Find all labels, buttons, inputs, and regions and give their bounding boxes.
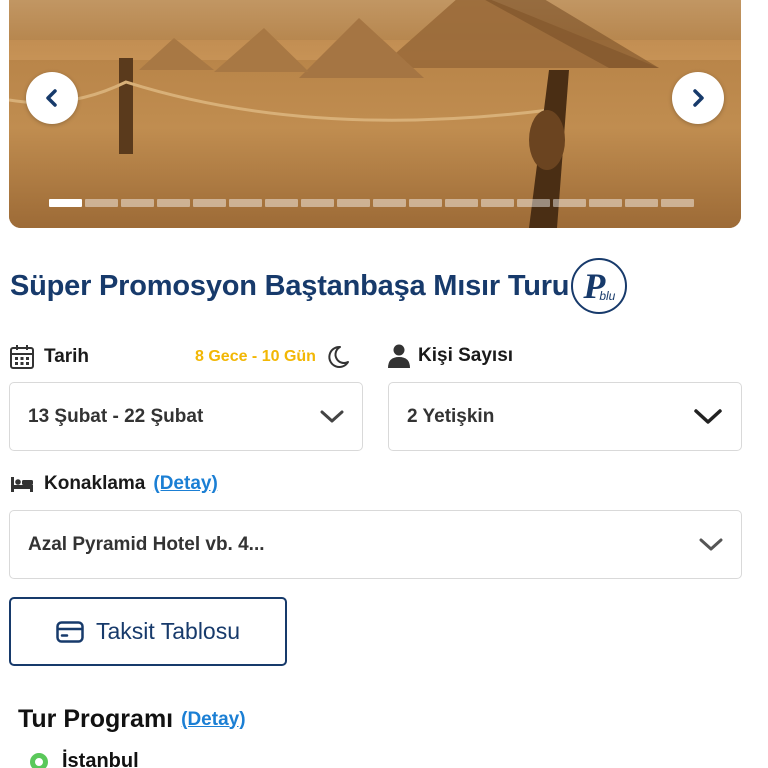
date-label-row: Tarih <box>9 344 89 370</box>
tour-title: Süper Promosyon Baştanbaşa Mısır Turu <box>10 269 570 302</box>
carousel-dot[interactable] <box>157 199 190 207</box>
hero-carousel[interactable] <box>9 0 741 228</box>
date-label: Tarih <box>44 346 90 367</box>
accommodation-select-value: Azal Pyramid Hotel vb. 4... <box>28 533 265 555</box>
carousel-dot[interactable] <box>445 199 478 207</box>
accommodation-label-row: Konaklama (Detay) <box>10 473 218 495</box>
carousel-dot[interactable] <box>373 199 406 207</box>
carousel-dot[interactable] <box>85 199 118 207</box>
tour-program-header: Tur Programı (Detay) <box>18 705 246 734</box>
carousel-dot[interactable] <box>337 199 370 207</box>
persons-label-row: Kişi Sayısı <box>388 344 513 368</box>
tour-title-row: Süper Promosyon Baştanbaşa Mısır Turu P … <box>10 258 628 314</box>
installment-table-label: Taksit Tablosu <box>95 618 241 644</box>
person-icon <box>388 344 410 368</box>
carousel-indicators <box>49 199 694 207</box>
accommodation-detail-link[interactable]: (Detay) <box>153 473 217 495</box>
accommodation-label: Konaklama <box>44 473 146 494</box>
chevron-right-icon <box>693 89 704 107</box>
tour-program-detail-link[interactable]: (Detay) <box>181 709 245 731</box>
carousel-dot[interactable] <box>301 199 334 207</box>
chevron-down-icon <box>694 408 722 424</box>
persons-select-value: 2 Yetişkin <box>407 405 495 427</box>
installment-table-button[interactable]: Taksit Tablosu <box>9 597 287 666</box>
chevron-down-icon <box>320 410 344 422</box>
chevron-down-icon <box>699 538 723 550</box>
carousel-dot[interactable] <box>265 199 298 207</box>
tour-program-title: Tur Programı <box>18 705 174 733</box>
carousel-dot[interactable] <box>589 199 622 207</box>
carousel-dot[interactable] <box>481 199 514 207</box>
credit-card-icon <box>56 620 84 643</box>
duration-text: 8 Gece - 10 Gün <box>195 348 316 365</box>
carousel-dot[interactable] <box>121 199 154 207</box>
persons-label: Kişi Sayısı <box>418 345 514 366</box>
carousel-dot[interactable] <box>193 199 226 207</box>
date-select-value: 13 Şubat - 22 Şubat <box>28 405 204 427</box>
carousel-dot[interactable] <box>517 199 550 207</box>
calendar-icon <box>10 345 34 369</box>
carousel-dot[interactable] <box>49 199 82 207</box>
carousel-next-button[interactable] <box>672 72 724 124</box>
program-stop-name: İstanbul <box>62 750 139 768</box>
chevron-left-icon <box>46 89 57 107</box>
carousel-dot[interactable] <box>409 199 442 207</box>
program-stop: İstanbul <box>30 750 139 768</box>
location-pin-icon <box>30 752 48 768</box>
carousel-dot[interactable] <box>661 199 694 207</box>
date-select[interactable]: 13 Şubat - 22 Şubat <box>9 382 363 451</box>
pblu-badge-text: blu <box>599 289 616 303</box>
persons-select[interactable]: 2 Yetişkin <box>388 382 742 451</box>
pyramids-image <box>9 0 659 228</box>
moon-icon <box>328 345 349 368</box>
duration-info: 8 Gece - 10 Gün <box>195 344 350 370</box>
pblu-badge: P blu <box>571 258 628 314</box>
bed-icon <box>11 477 33 492</box>
carousel-dot[interactable] <box>625 199 658 207</box>
carousel-prev-button[interactable] <box>26 72 78 124</box>
carousel-dot[interactable] <box>229 199 262 207</box>
accommodation-select[interactable]: Azal Pyramid Hotel vb. 4... <box>9 510 742 579</box>
carousel-dot[interactable] <box>553 199 586 207</box>
